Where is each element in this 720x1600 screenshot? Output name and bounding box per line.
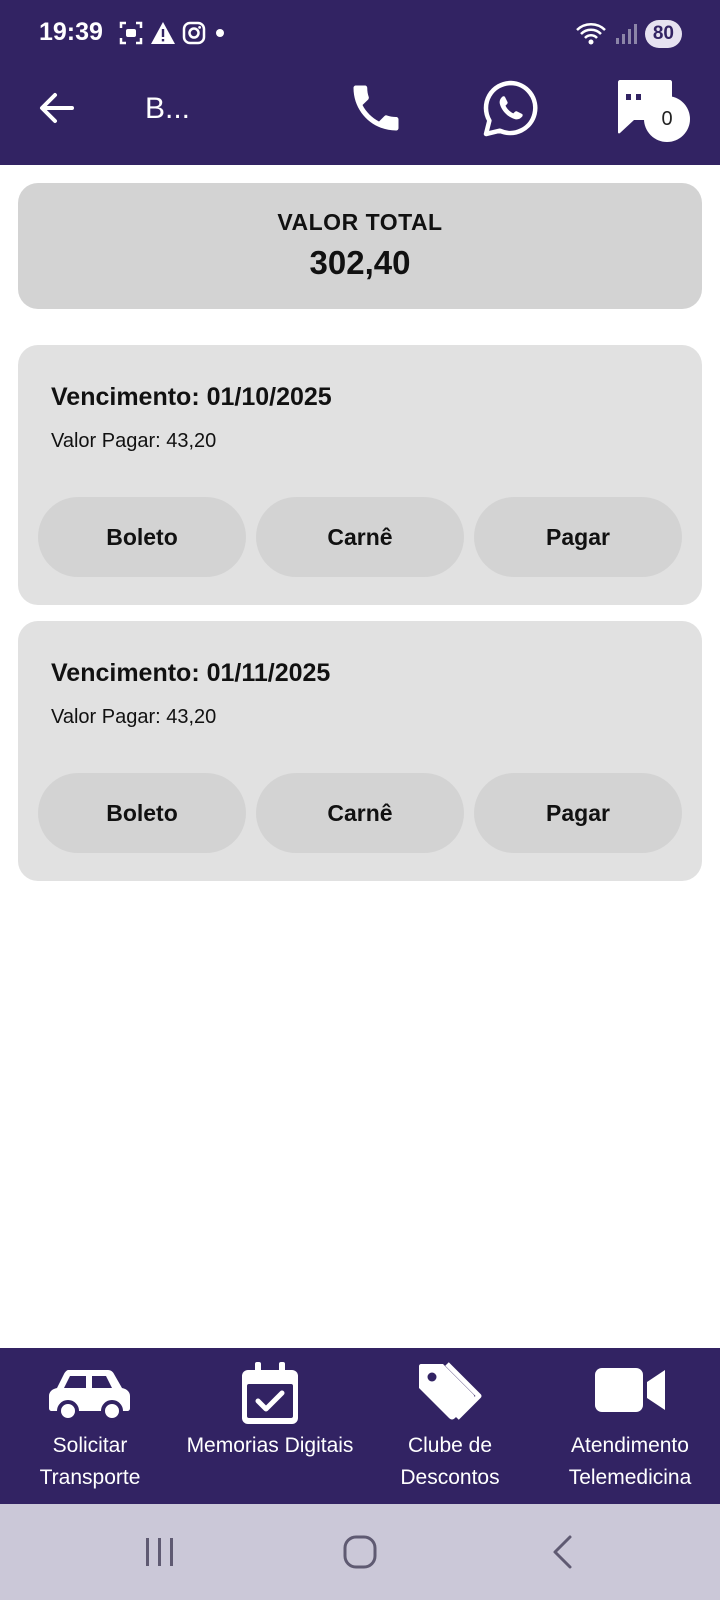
back-nav-icon[interactable] bbox=[550, 1534, 578, 1570]
total-value: 302,40 bbox=[309, 244, 411, 281]
nav-label: Clube de Descontos bbox=[400, 1434, 500, 1489]
status-time: 19:39 bbox=[39, 18, 103, 46]
phone-icon[interactable] bbox=[346, 78, 406, 138]
carne-button[interactable]: Carnê bbox=[256, 497, 464, 577]
installment-actions: Boleto Carnê Pagar bbox=[38, 497, 682, 577]
signal-icon bbox=[615, 24, 637, 44]
due-amount: Valor Pagar: 43,20 bbox=[51, 706, 217, 728]
status-bar: 19:39 80 bbox=[0, 0, 720, 66]
system-icons: 80 bbox=[575, 20, 682, 48]
nav-label: Memorias Digitais bbox=[186, 1434, 354, 1457]
nav-item-transporte[interactable]: Solicitar Transporte bbox=[0, 1348, 180, 1504]
total-card: VALOR TOTAL 302,40 bbox=[18, 183, 702, 309]
recent-apps-icon[interactable] bbox=[143, 1534, 177, 1570]
screenshot-icon bbox=[119, 21, 143, 45]
nav-label: Atendimento Telemedicina bbox=[568, 1434, 692, 1489]
installment-card: Vencimento: 01/11/2025 Valor Pagar: 43,2… bbox=[18, 621, 702, 881]
car-icon bbox=[49, 1370, 130, 1422]
chat-count-badge: 0 bbox=[644, 96, 690, 142]
carne-button[interactable]: Carnê bbox=[256, 773, 464, 853]
nav-item-descontos[interactable]: Clube de Descontos bbox=[360, 1348, 540, 1504]
bottom-nav: Solicitar Transporte Memorias Digitais C… bbox=[0, 1348, 720, 1504]
due-date: Vencimento: 01/11/2025 bbox=[51, 659, 331, 687]
nav-item-memorias[interactable]: Memorias Digitais bbox=[180, 1348, 360, 1504]
due-date: Vencimento: 01/10/2025 bbox=[51, 383, 332, 411]
nav-label: Solicitar Transporte bbox=[39, 1434, 141, 1489]
instagram-icon bbox=[182, 21, 206, 45]
nav-item-telemedicina[interactable]: Atendimento Telemedicina bbox=[540, 1348, 720, 1504]
installment-actions: Boleto Carnê Pagar bbox=[38, 773, 682, 853]
boleto-button[interactable]: Boleto bbox=[38, 497, 246, 577]
calendar-check-icon bbox=[242, 1362, 298, 1424]
warning-icon bbox=[151, 22, 175, 44]
total-label: VALOR TOTAL bbox=[277, 209, 443, 235]
tags-icon bbox=[419, 1362, 482, 1420]
pagar-button[interactable]: Pagar bbox=[474, 497, 682, 577]
battery-indicator: 80 bbox=[644, 20, 682, 48]
wifi-icon bbox=[575, 23, 606, 45]
pagar-button[interactable]: Pagar bbox=[474, 773, 682, 853]
chat-button[interactable]: 0 bbox=[614, 78, 690, 148]
installment-card: Vencimento: 01/10/2025 Valor Pagar: 43,2… bbox=[18, 345, 702, 605]
whatsapp-icon[interactable] bbox=[480, 78, 542, 140]
boleto-button[interactable]: Boleto bbox=[38, 773, 246, 853]
dot-icon bbox=[216, 29, 224, 37]
notification-icons bbox=[118, 20, 228, 46]
app-bar: B... 0 bbox=[0, 66, 720, 165]
home-icon[interactable] bbox=[342, 1534, 378, 1570]
video-camera-icon bbox=[595, 1368, 665, 1412]
back-arrow-icon[interactable] bbox=[34, 86, 78, 130]
due-amount: Valor Pagar: 43,20 bbox=[51, 430, 217, 452]
page-title: B... bbox=[145, 92, 191, 125]
system-nav-bar bbox=[0, 1504, 720, 1600]
